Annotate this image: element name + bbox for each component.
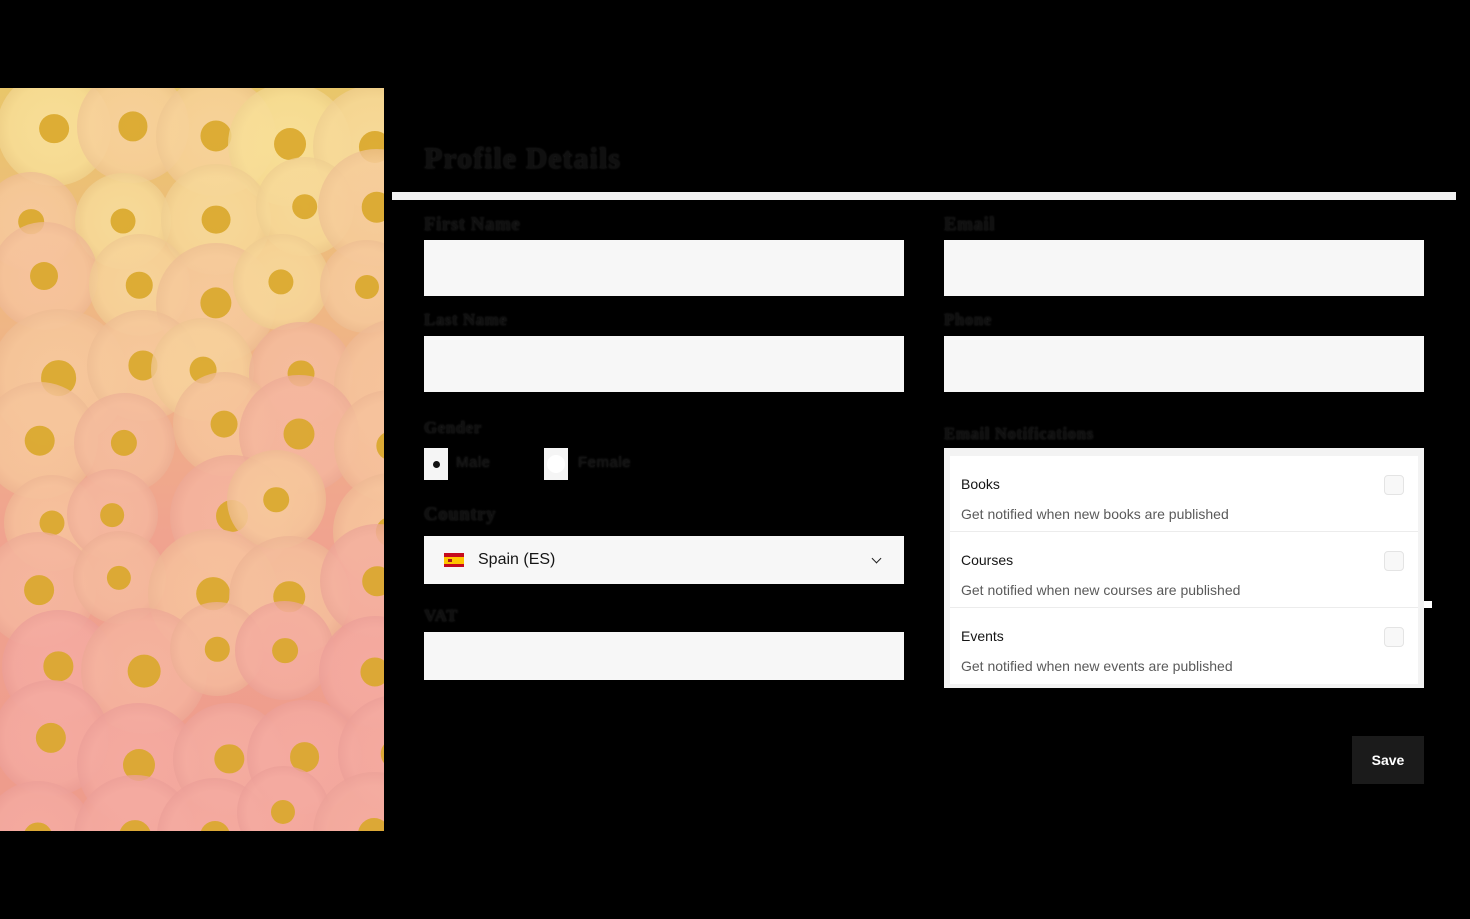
phone-field[interactable] xyxy=(944,336,1424,392)
gender-radio-female[interactable] xyxy=(544,448,568,480)
radio-selected-dot xyxy=(432,460,440,468)
notification-description: Get notified when new courses are publis… xyxy=(961,582,1241,598)
notification-item-courses[interactable]: Courses Get notified when new courses ar… xyxy=(950,532,1418,608)
vat-label: VAT xyxy=(424,606,458,625)
email-label: Email xyxy=(944,214,996,235)
flower-blossom xyxy=(235,600,335,701)
courses-checkbox[interactable] xyxy=(1384,551,1404,571)
flower-blossom xyxy=(227,450,326,549)
radio-unselected-ring xyxy=(547,455,565,473)
email-field[interactable] xyxy=(944,240,1424,296)
notification-description: Get notified when new events are publish… xyxy=(961,658,1233,674)
notifications-list: Books Get notified when new books are pu… xyxy=(944,448,1424,688)
notifications-label: Email Notifications xyxy=(944,424,1094,443)
flag-spain-icon xyxy=(444,553,464,567)
books-checkbox[interactable] xyxy=(1384,475,1404,495)
flower-blossom xyxy=(232,233,330,331)
country-select[interactable]: Spain (ES) xyxy=(424,536,904,584)
scroll-marker xyxy=(1424,601,1432,608)
chevron-down-icon xyxy=(871,553,882,563)
vat-field[interactable] xyxy=(424,632,904,680)
flower-photo xyxy=(0,88,384,831)
last-name-label: Last Name xyxy=(424,310,508,329)
notification-item-events[interactable]: Events Get notified when new events are … xyxy=(950,608,1418,684)
first-name-field[interactable] xyxy=(424,240,904,296)
country-select-value: Spain (ES) xyxy=(478,551,556,568)
page-header: Profile Details xyxy=(424,142,724,178)
gender-label: Gender xyxy=(424,418,482,437)
gender-radio-male[interactable] xyxy=(424,448,448,480)
page: Profile Details First Name Last Name Gen… xyxy=(0,0,1470,919)
page-title: Profile Details xyxy=(424,142,621,175)
gender-option-female-label: Female xyxy=(578,454,632,471)
header-divider xyxy=(392,192,1456,200)
notification-item-books[interactable]: Books Get notified when new books are pu… xyxy=(950,456,1418,532)
notification-title: Courses xyxy=(961,552,1014,568)
flower-blossom xyxy=(320,240,384,333)
first-name-label: First Name xyxy=(424,214,521,235)
save-button[interactable]: Save xyxy=(1352,736,1424,784)
country-label: Country xyxy=(424,504,497,525)
phone-label: Phone xyxy=(944,310,992,329)
notification-title: Events xyxy=(961,628,1004,644)
notification-description: Get notified when new books are publishe… xyxy=(961,506,1229,522)
notification-title: Books xyxy=(961,476,1000,492)
gender-option-male-label: Male xyxy=(456,454,491,471)
events-checkbox[interactable] xyxy=(1384,627,1404,647)
last-name-field[interactable] xyxy=(424,336,904,392)
